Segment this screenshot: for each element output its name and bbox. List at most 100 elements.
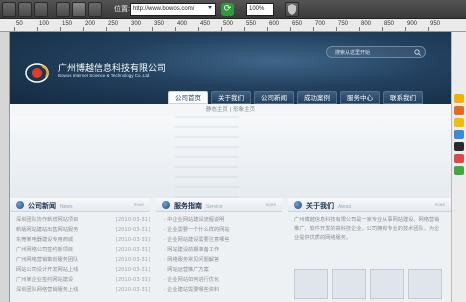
company-name-english: Bowos Internet Science & Technology Co.,… [58, 73, 150, 78]
news-item-title: 网站公司设计开发网站上线 [16, 267, 79, 273]
hero-decoration [175, 116, 239, 198]
url-input[interactable]: http://www.bowos.com/ [130, 3, 216, 16]
services-list: · 中企业网站建设流程说明 · 企业需要一个什么样的网站 · 企业网站建设需要注意哪… [164, 216, 280, 302]
sidebar-icon-5[interactable] [454, 142, 464, 151]
nav-item-home[interactable]: 公司首页 [168, 91, 208, 104]
right-sidebar [451, 32, 466, 302]
services-bullet-icon [162, 201, 170, 209]
grid-icon-button[interactable] [34, 2, 48, 17]
news-section-title: 公司新闻 News [28, 202, 73, 210]
shield-icon[interactable] [285, 2, 299, 17]
service-item[interactable]: · 企业需要一个什么样的网站 [164, 226, 280, 235]
ruler-tick-label: 600 [269, 21, 280, 27]
news-item[interactable]: 广州网络营销策划服务团队 [2010-03-31] [16, 256, 150, 265]
news-item-title: 深圳团队网络营销服务上线 [16, 287, 79, 293]
refresh-icon[interactable]: ⟳ [221, 3, 234, 16]
breadcrumb[interactable]: 静态主页 | 形象主页 [10, 104, 451, 116]
nav-item-about[interactable]: 关于我们 [211, 91, 251, 104]
ruler-tick-label: 550 [246, 21, 257, 27]
news-item[interactable]: 深圳团队协作新增网站项目 [2010-03-31] [16, 216, 150, 225]
news-item-title: 广州网络营销策划服务团队 [16, 257, 79, 263]
ruler-tick-label: 700 [315, 21, 326, 27]
ruler-tick-label: 400 [177, 21, 188, 27]
page-canvas: 广州博越信息科技有限公司 Bowos Internet Science & Te… [10, 32, 451, 302]
service-item[interactable]: · 网站运营推广方案 [164, 266, 280, 275]
news-list: 深圳团队协作新增网站项目 [2010-03-31] 新版网站建站出售网站服务 [201… [16, 216, 150, 302]
sidebar-icon-6[interactable] [454, 154, 464, 163]
layout-icon-button[interactable] [18, 2, 32, 17]
ruler-tick-label: 900 [407, 21, 418, 27]
sidebar-icon-7[interactable] [454, 166, 464, 175]
about-bullet-icon [294, 201, 302, 209]
site-header: 广州博越信息科技有限公司 Bowos Internet Science & Te… [10, 32, 451, 104]
ruler-tick-label: 350 [154, 21, 165, 27]
site-search-input[interactable]: 搜索从这里开始 [326, 46, 426, 58]
ruler-tick-label: 750 [338, 21, 349, 27]
horizontal-ruler: 50 100 150 200 250 300 350 400 450 500 550 600 650 70… [0, 19, 466, 32]
ruler-tick-label: 50 [16, 21, 23, 27]
service-item[interactable]: · 网站建设前期准备工作 [164, 246, 280, 255]
design-view-icon-button[interactable] [72, 2, 86, 17]
about-image-1 [294, 269, 328, 299]
ruler-tick-label: 450 [200, 21, 211, 27]
service-item[interactable]: · 网络服务常见问题解答 [164, 256, 280, 265]
news-item[interactable]: 新版网站建站出售网站服务 [2010-03-31] [16, 226, 150, 235]
about-more-link[interactable]: more [435, 202, 445, 207]
sidebar-icon-3[interactable] [454, 118, 464, 127]
address-label: 位置: [114, 6, 130, 13]
news-item-date: [2010-03-31] [115, 267, 150, 273]
ruler-tick-label: 650 [292, 21, 303, 27]
about-section-header: 关于我们 About more [288, 198, 451, 212]
zoom-select[interactable]: 100% [246, 3, 274, 16]
ruler-tick-label: 800 [361, 21, 372, 27]
browser-toolbar: 位置: http://www.bowos.com/ ⟳ 100% [0, 0, 466, 19]
news-item-date: [2010-03-31] [115, 277, 150, 283]
about-image-4 [408, 269, 442, 299]
ruler-tick-label: 300 [131, 21, 142, 27]
nav-item-contact[interactable]: 联系我们 [383, 91, 423, 104]
news-item-title: 新版网站建站出售网站服务 [16, 227, 79, 233]
service-item[interactable]: · 企业网站建设需要注意哪些 [164, 236, 280, 245]
ruler-tick-label: 500 [223, 21, 234, 27]
news-item-title: 广州网络公司签约新项目 [16, 247, 74, 253]
news-item[interactable]: 深圳团队网络营销服务上线 [2010-03-31] [16, 286, 150, 295]
news-item[interactable]: 广州某企业签约网站建设 [2010-03-31] [16, 276, 150, 285]
services-more-link[interactable]: more [266, 202, 276, 207]
search-placeholder: 搜索从这里开始 [335, 50, 371, 56]
page-icon-button[interactable] [2, 2, 16, 17]
news-item[interactable]: 广州网络公司签约新项目 [2010-03-31] [16, 246, 150, 255]
split-view-icon-button[interactable] [56, 2, 70, 17]
about-content: 广州博越信息科技有限公司是一家专业从事网站建设、网络营销推广、软件开发的高科技企… [294, 216, 446, 302]
ruler-tick-label: 150 [62, 21, 73, 27]
company-logo-icon [25, 63, 49, 83]
news-item-date: [2010-03-31] [115, 217, 150, 223]
nav-item-cases[interactable]: 成功案例 [297, 91, 337, 104]
ruler-tick-label: 250 [108, 21, 119, 27]
ruler-tick-label: 100 [39, 21, 50, 27]
code-view-icon-button[interactable] [88, 2, 102, 17]
sidebar-icon-1[interactable] [454, 94, 464, 103]
sidebar-icon-4[interactable] [454, 130, 464, 139]
sidebar-icon-2[interactable] [454, 106, 464, 115]
service-item[interactable]: · 企业网站如何进行优化 [164, 276, 280, 285]
ruler-tick-label: 950 [430, 21, 441, 27]
about-text: 广州博越信息科技有限公司是一家专业从事网站建设、网络营销推广、软件开发的高科技企… [294, 217, 440, 241]
news-item-title: 深圳团队协作新增网站项目 [16, 217, 79, 223]
url-dropdown-icon[interactable] [208, 6, 212, 9]
service-item[interactable]: · 企业建站需要哪些资料 [164, 286, 280, 295]
news-item-date: [2010-03-31] [115, 257, 150, 263]
nav-item-news[interactable]: 公司新闻 [254, 91, 294, 104]
news-item[interactable]: 网站公司设计开发网站上线 [2010-03-31] [16, 266, 150, 275]
ruler-tick-label: 200 [85, 21, 96, 27]
nav-item-service[interactable]: 服务中心 [340, 91, 380, 104]
services-section-title: 服务指南 Service [174, 202, 223, 210]
search-icon[interactable] [414, 49, 421, 56]
about-image-2 [332, 269, 366, 299]
news-more-link[interactable]: more [134, 202, 144, 207]
news-bullet-icon [16, 201, 24, 209]
hero-banner [10, 116, 451, 198]
news-item-date: [2010-03-31] [115, 227, 150, 233]
services-section-header: 服务指南 Service more [156, 198, 282, 212]
service-item[interactable]: · 中企业网站建设流程说明 [164, 216, 280, 225]
news-item[interactable]: 东莞某电器建设专用商城 [2010-03-31] [16, 236, 150, 245]
